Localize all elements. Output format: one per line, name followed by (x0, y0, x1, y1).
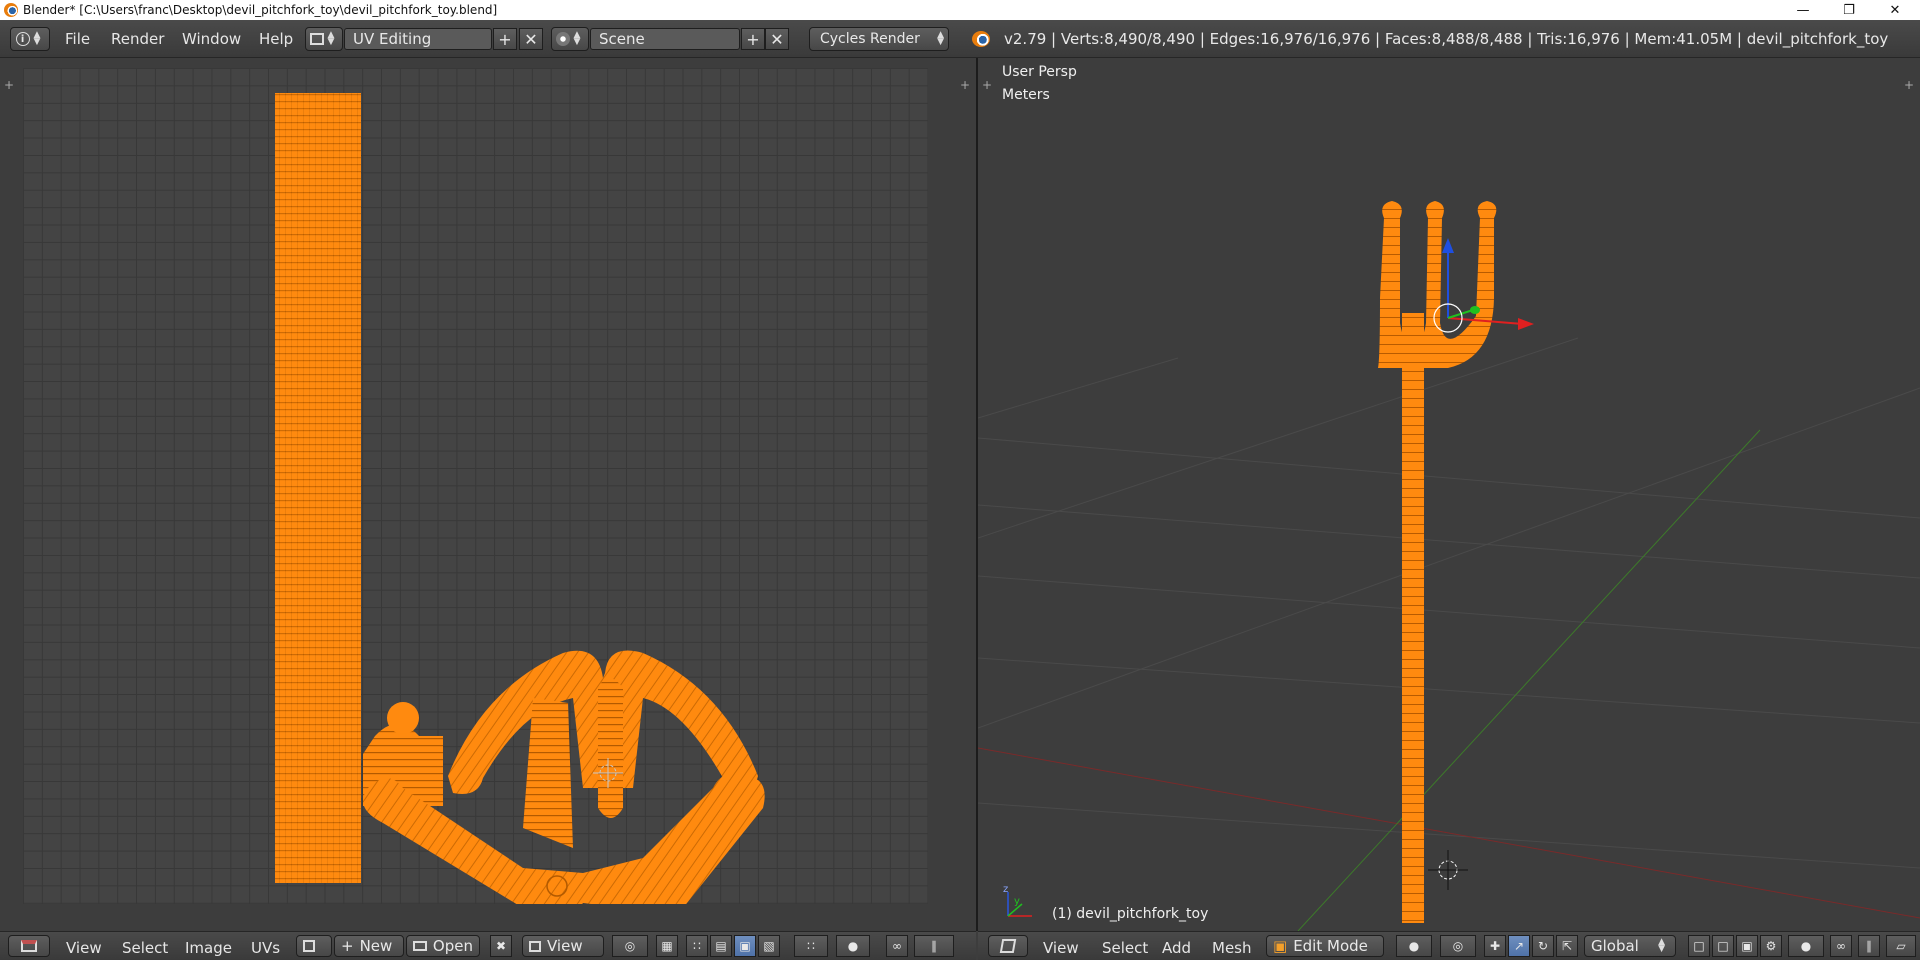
close-icon[interactable]: ✕ (1872, 0, 1918, 20)
island-select-icon[interactable]: ▧ (758, 935, 780, 957)
render-engine-dropdown[interactable]: Cycles Render ▲ ▼ (809, 27, 949, 51)
manipulator-toggle-icon[interactable]: ✚ (1484, 935, 1506, 957)
handle-uv-island (275, 93, 361, 883)
viewport-scene: y z (978, 201, 1920, 931)
menu-view[interactable]: View (66, 939, 102, 957)
layer-icon[interactable]: □ (1712, 935, 1734, 957)
mode-dropdown[interactable]: ▣ Edit Mode (1266, 935, 1384, 957)
scale-icon[interactable]: ⇱ (1556, 935, 1578, 957)
menu-window[interactable]: Window (182, 30, 241, 48)
new-image-label: New (359, 937, 393, 955)
layer-icon[interactable]: □ (1688, 935, 1710, 957)
edit-mode-icon: ▣ (1273, 937, 1288, 955)
open-image-label: Open (432, 937, 473, 955)
vertex-select-icon[interactable]: ∷ (686, 935, 708, 957)
rotate-icon[interactable]: ↻ (1532, 935, 1554, 957)
add-screen-button[interactable]: + (493, 28, 517, 50)
sticky-select-icon[interactable]: ∷ (794, 935, 828, 957)
menu-select[interactable]: Select (122, 939, 168, 957)
window-title-bar: Blender* [C:\Users\franc\Desktop\devil_p… (0, 0, 1920, 20)
info-header: i ▲ ▼ File Render Window Help ▲ ▼ UV Editi… (0, 20, 1920, 58)
snap-icon[interactable]: ∞ (886, 935, 908, 957)
image-editor-icon (21, 940, 37, 952)
edge-select-icon[interactable]: ▤ (710, 935, 732, 957)
screen-layout-field[interactable]: UV Editing (344, 28, 492, 50)
proportional-edit-icon[interactable]: ● (836, 935, 870, 957)
menu-mesh[interactable]: Mesh (1212, 939, 1252, 957)
3d-view-header: View Select Add Mesh ▣ Edit Mode ● ◎ ✚ ↗… (978, 931, 1920, 960)
minimize-icon[interactable]: — (1780, 0, 1826, 20)
menu-uvs[interactable]: UVs (251, 939, 280, 957)
image-browse-button[interactable] (296, 935, 332, 957)
uv-islands (275, 93, 765, 918)
uv-sync-icon[interactable]: ▦ (656, 935, 678, 957)
pivot-icon[interactable]: ◎ (612, 935, 648, 957)
menu-help[interactable]: Help (259, 30, 293, 48)
dropdown-arrows-icon: ▲ ▼ (33, 30, 41, 47)
remove-scene-button[interactable]: ✕ (765, 28, 789, 50)
scene-field[interactable]: Scene (590, 28, 740, 50)
properties-toggle-icon[interactable]: + (958, 78, 972, 92)
menu-render[interactable]: Render (111, 30, 164, 48)
translate-icon[interactable]: ↗ (1508, 935, 1530, 957)
toolshelf-toggle-icon[interactable]: + (2, 78, 16, 92)
editor-type-button[interactable] (988, 935, 1028, 957)
viewport-shading-icon[interactable]: ● (1396, 935, 1432, 957)
plus-icon: + (341, 937, 354, 955)
pivot-icon[interactable]: ◎ (1440, 935, 1476, 957)
menu-view[interactable]: View (1043, 939, 1079, 957)
render-engine-label: Cycles Render (820, 31, 920, 47)
floor-grid (978, 337, 1920, 869)
render-preview-icon[interactable]: ▱ (1886, 935, 1916, 957)
menu-add[interactable]: Add (1162, 939, 1191, 957)
face-select-icon[interactable]: ▣ (734, 935, 756, 957)
svg-text:y: y (1014, 896, 1020, 907)
layer-icon[interactable]: ⚙ (1760, 935, 1782, 957)
proportional-edit-icon[interactable]: ● (1788, 935, 1824, 957)
y-axis-line (1297, 429, 1761, 931)
menu-select[interactable]: Select (1102, 939, 1148, 957)
remove-screen-button[interactable]: ✕ (519, 28, 543, 50)
pin-icon[interactable]: ✖ (490, 935, 512, 957)
snap-icon[interactable]: ∞ (1830, 935, 1852, 957)
uv-grid[interactable] (23, 68, 928, 918)
layer-icon[interactable]: ▣ (1736, 935, 1758, 957)
image-editor-icon (529, 940, 541, 952)
menu-file[interactable]: File (65, 30, 90, 48)
open-image-button[interactable]: Open (406, 935, 480, 957)
snap-target-icon[interactable]: ∥ (914, 935, 954, 957)
info-icon: i (15, 32, 30, 46)
uv-image-editor[interactable]: + + (0, 58, 976, 931)
editor-type-button[interactable] (8, 935, 50, 957)
window-title: Blender* [C:\Users\franc\Desktop\devil_p… (23, 3, 498, 17)
screen-layout-selector[interactable]: ▲ ▼ (305, 27, 343, 51)
image-icon (303, 940, 315, 952)
svg-text:z: z (1003, 884, 1008, 895)
add-scene-button[interactable]: + (741, 28, 765, 50)
x-axis-line (978, 747, 1920, 919)
new-image-button[interactable]: + New (334, 935, 404, 957)
scene-icon (555, 32, 570, 46)
mode-dropdown[interactable]: View (522, 935, 604, 957)
snap-target-icon[interactable]: ∥ (1858, 935, 1880, 957)
scene-statistics: v2.79 | Verts:8,490/8,490 | Edges:16,976… (1004, 30, 1889, 48)
mode-label: Edit Mode (1293, 937, 1368, 955)
3d-view-icon (999, 939, 1017, 953)
screen-layout-icon (309, 33, 324, 45)
3d-cursor-icon (1428, 850, 1468, 890)
blender-logo-icon (972, 31, 990, 47)
axis-indicator-icon: y z (1003, 884, 1032, 917)
editor-type-button[interactable]: i ▲ ▼ (10, 27, 50, 51)
blender-logo-icon (4, 3, 18, 17)
restore-icon[interactable]: ❐ (1826, 0, 1872, 20)
transform-orientation-dropdown[interactable]: Global ▲ ▼ (1584, 935, 1676, 957)
menu-image[interactable]: Image (185, 939, 232, 957)
uv-editor-header: View Select Image UVs + New Open ✖ View … (0, 931, 976, 960)
folder-icon (413, 941, 427, 951)
mode-label: View (547, 937, 583, 955)
scene-selector[interactable]: ▲ ▼ (551, 27, 589, 51)
3d-viewport[interactable]: User Persp Meters (1) devil_pitchfork_to… (978, 58, 1920, 931)
orientation-label: Global (1591, 937, 1639, 955)
